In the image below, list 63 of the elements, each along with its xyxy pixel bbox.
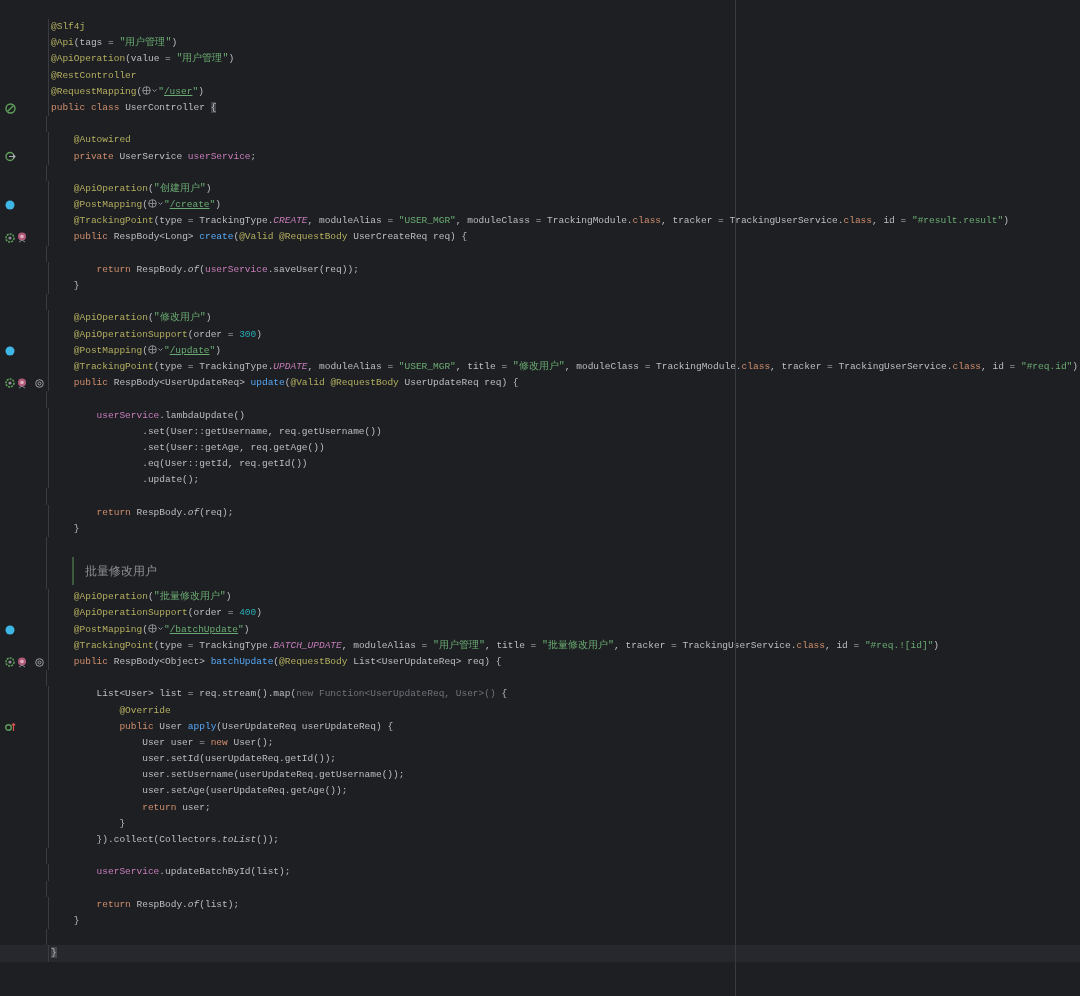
code-line: .set(User::getUsername, req.getUsername())	[141, 424, 382, 439]
code-line: User user = new User();	[141, 735, 274, 750]
gear-icon[interactable]	[5, 232, 15, 243]
bean-arrow-icon[interactable]	[5, 151, 16, 163]
code-line: }	[72, 521, 80, 536]
code-line: @TrackingPoint(type = TrackingType.BATCH_UPDATE, moduleAlias = "用户管理", title = "批量修改用户", tracker = TrackingUserService.class, id = "#req.![id]")	[72, 638, 940, 653]
code-line: public RespBody<UserUpdateReq> update(@Valid @RequestBody UserUpdateReq req) {	[72, 376, 519, 391]
code-line: List<User> list = req.stream().map(new Function<UserUpdateReq, User>() {	[95, 687, 508, 702]
code-line: @TrackingPoint(type = TrackingType.UPDATE, moduleAlias = "USER_MGR", title = "修改用户", moduleClass = TrackingModule.class, tracker = TrackingUserService.class, id = "#req.id")	[72, 359, 1078, 374]
code-line: @PostMapping( "/create")	[72, 198, 221, 213]
code-line: user.setUsername(userUpdateReq.getUsername());	[141, 768, 405, 783]
globe-icon[interactable]	[147, 199, 164, 209]
code-line: return user;	[141, 800, 211, 815]
code-line: @ApiOperation(value = "用户管理")	[50, 51, 235, 67]
code-line: @ApiOperation("修改用户")	[72, 310, 212, 326]
code-line: }	[72, 913, 80, 928]
code-line: public class UserController {	[50, 100, 217, 115]
code-line: @RequestMapping( "/user")	[50, 84, 204, 99]
code-line: userService.lambdaUpdate()	[95, 408, 245, 423]
code-line: public RespBody<Long> create(@Valid @RequestBody UserCreateReq req) {	[72, 230, 468, 245]
marker-icon[interactable]	[17, 377, 27, 389]
code-line: @PostMapping( "/update")	[72, 343, 221, 358]
code-line: @ApiOperation("批量修改用户")	[72, 589, 232, 605]
code-line: @TrackingPoint(type = TrackingType.CREATE, moduleAlias = "USER_MGR", moduleClass = TrackingModule.class, tracker = TrackingUserService.class, id = "#result.result")	[72, 214, 1009, 229]
doc-comment: 批量修改用户	[85, 562, 157, 580]
code-line: @Override	[118, 703, 171, 718]
code-line: @RestController	[50, 68, 137, 83]
code-line: user.setId(userUpdateReq.getId());	[141, 752, 337, 767]
code-line: private UserService userService;	[72, 149, 257, 164]
gear-icon[interactable]	[5, 657, 15, 668]
globe-icon[interactable]	[147, 344, 164, 354]
code-line: return RespBody.of(req);	[95, 505, 234, 520]
code-line: public RespBody<Object> batchUpdate(@RequestBody List<UserUpdateReq> req) {	[72, 654, 502, 669]
dot-icon[interactable]	[5, 345, 15, 356]
code-line: return RespBody.of(list);	[95, 897, 240, 912]
code-line: public User apply(UserUpdateReq userUpdateReq) {	[118, 719, 394, 734]
code-line: @Slf4j	[50, 20, 86, 34]
code-line: }	[118, 816, 126, 831]
code-line: return RespBody.of(userService.saveUser(req));	[95, 262, 359, 277]
globe-icon[interactable]	[142, 85, 159, 95]
globe-icon[interactable]	[147, 623, 164, 633]
marker-icon[interactable]	[17, 656, 27, 668]
code-line: userService.updateBatchById(list);	[95, 865, 291, 880]
code-line: @PostMapping( "/batchUpdate")	[72, 622, 250, 637]
dot-icon[interactable]	[5, 200, 15, 211]
marker-icon[interactable]	[17, 232, 27, 244]
code-line: @ApiOperation("创建用户")	[72, 181, 212, 196]
code-line: @Autowired	[72, 133, 131, 148]
code-line: .set(User::getAge, req.getAge())	[141, 440, 325, 455]
override-arrow-icon[interactable]	[5, 721, 16, 732]
code-line: }	[72, 279, 80, 293]
code-line: user.setAge(userUpdateReq.getAge());	[141, 784, 348, 799]
code-line: .update();	[141, 473, 200, 488]
code-line: @Api(tags = "用户管理")	[50, 35, 178, 51]
bean-icon[interactable]	[5, 102, 16, 114]
at-sign-icon[interactable]	[35, 657, 44, 667]
code-line: .eq(User::getId, req.getId())	[141, 457, 308, 472]
code-line: @ApiOperationSupport(order = 400)	[72, 606, 262, 621]
dot-icon[interactable]	[5, 624, 15, 635]
gear-icon[interactable]	[5, 378, 15, 389]
at-sign-icon[interactable]	[35, 378, 44, 388]
code-line: }).collect(Collectors.toList());	[95, 833, 280, 847]
code-line: @ApiOperationSupport(order = 300)	[72, 327, 262, 342]
